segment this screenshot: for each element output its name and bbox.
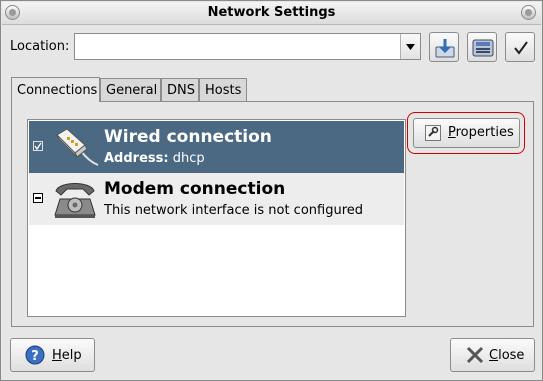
window-title: Network Settings [207,5,336,20]
modem-connection-name: Modem connection [104,179,286,199]
address-label: Address: [104,151,169,166]
telephone-icon [54,183,96,218]
tab-general[interactable]: General [100,78,161,102]
connections-list[interactable]: Wired connection Address: dhcp Modem con… [27,119,406,317]
import-location-button[interactable] [429,32,459,62]
check-icon [34,142,42,150]
title-bar[interactable]: Network Settings [2,2,541,25]
close-icon [466,346,484,364]
help-icon: ? [25,345,45,365]
list-item-wired-connection[interactable]: Wired connection Address: dhcp [29,121,404,173]
list-item-modem-connection[interactable]: Modem connection This network interface … [29,173,404,225]
save-location-button[interactable] [467,32,497,62]
connections-panel: Wired connection Address: dhcp Modem con… [11,101,534,327]
apply-location-button[interactable] [505,32,535,62]
indeterminate-icon [35,197,41,199]
save-location-icon [472,39,494,57]
wired-connection-address: Address: dhcp [104,151,205,166]
modem-enabled-checkbox[interactable] [33,193,43,203]
tab-dns[interactable]: DNS [161,78,199,102]
properties-label: Properties [448,125,514,140]
svg-text:?: ? [31,349,39,364]
chevron-down-icon [406,44,415,50]
properties-icon [425,125,441,141]
ethernet-plug-icon [56,128,99,166]
close-button[interactable]: Close [450,338,535,372]
close-label: Close [489,348,525,363]
address-value: dhcp [172,151,205,166]
help-button[interactable]: ? Help [10,338,95,372]
properties-button[interactable]: Properties [413,118,520,148]
tab-hosts[interactable]: Hosts [199,78,247,102]
location-dropdown-button[interactable] [400,34,420,59]
modem-connection-status: This network interface is not configured [104,203,364,218]
wired-enabled-checkbox[interactable] [33,141,43,151]
wired-connection-name: Wired connection [104,127,272,147]
location-label: Location: [10,39,70,54]
checkmark-icon [514,41,528,55]
network-settings-window: Network Settings Location: Connections G… [0,0,543,381]
window-close-button[interactable] [521,5,536,20]
help-label: Help [52,348,82,363]
import-icon [435,39,455,58]
tab-connections[interactable]: Connections [11,77,100,102]
location-combo[interactable] [74,33,421,60]
